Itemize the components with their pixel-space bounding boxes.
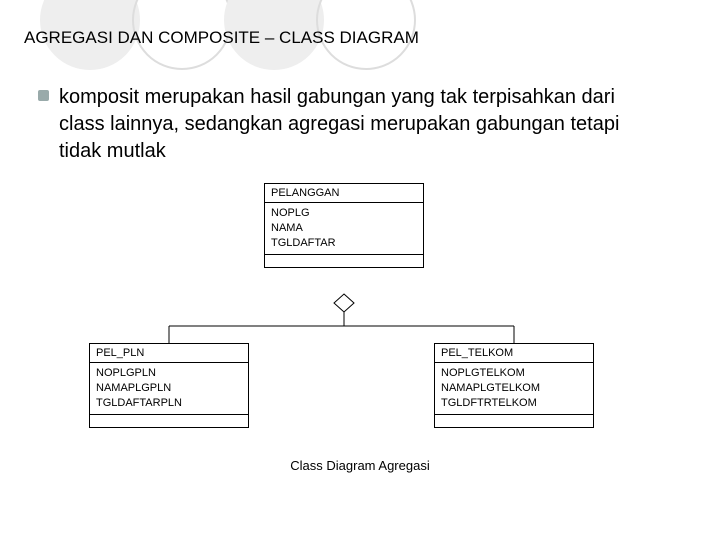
diagram-caption: Class Diagram Agregasi	[24, 458, 696, 473]
class-box-right: PEL_TELKOM NOPLGTELKOM NAMAPLGTELKOM TGL…	[434, 343, 594, 428]
bullet-icon	[38, 90, 49, 101]
attr: NAMAPLGTELKOM	[441, 381, 587, 396]
class-name: PELANGGAN	[265, 184, 423, 203]
attr: NOPLG	[271, 206, 417, 221]
class-attributes: NOPLGTELKOM NAMAPLGTELKOM TGLDFTRTELKOM	[435, 363, 593, 415]
class-name: PEL_TELKOM	[435, 344, 593, 363]
class-attributes: NOPLG NAMA TGLDAFTAR	[265, 203, 423, 255]
attr: NOPLGPLN	[96, 366, 242, 381]
slide-title: AGREGASI DAN COMPOSITE – CLASS DIAGRAM	[24, 28, 696, 48]
class-operations	[90, 415, 248, 427]
class-name: PEL_PLN	[90, 344, 248, 363]
class-box-parent: PELANGGAN NOPLG NAMA TGLDAFTAR	[264, 183, 424, 268]
class-diagram: PELANGGAN NOPLG NAMA TGLDAFTAR PEL_PLN N…	[24, 183, 696, 483]
attr: TGLDAFTARPLN	[96, 396, 242, 411]
attr: NAMAPLGPLN	[96, 381, 242, 396]
class-attributes: NOPLGPLN NAMAPLGPLN TGLDAFTARPLN	[90, 363, 248, 415]
class-box-left: PEL_PLN NOPLGPLN NAMAPLGPLN TGLDAFTARPLN	[89, 343, 249, 428]
attr: NAMA	[271, 221, 417, 236]
attr: TGLDFTRTELKOM	[441, 396, 587, 411]
class-operations	[265, 255, 423, 267]
bullet-text: komposit merupakan hasil gabungan yang t…	[59, 84, 659, 165]
bullet-item: komposit merupakan hasil gabungan yang t…	[38, 84, 696, 165]
attr: TGLDAFTAR	[271, 236, 417, 251]
attr: NOPLGTELKOM	[441, 366, 587, 381]
class-operations	[435, 415, 593, 427]
